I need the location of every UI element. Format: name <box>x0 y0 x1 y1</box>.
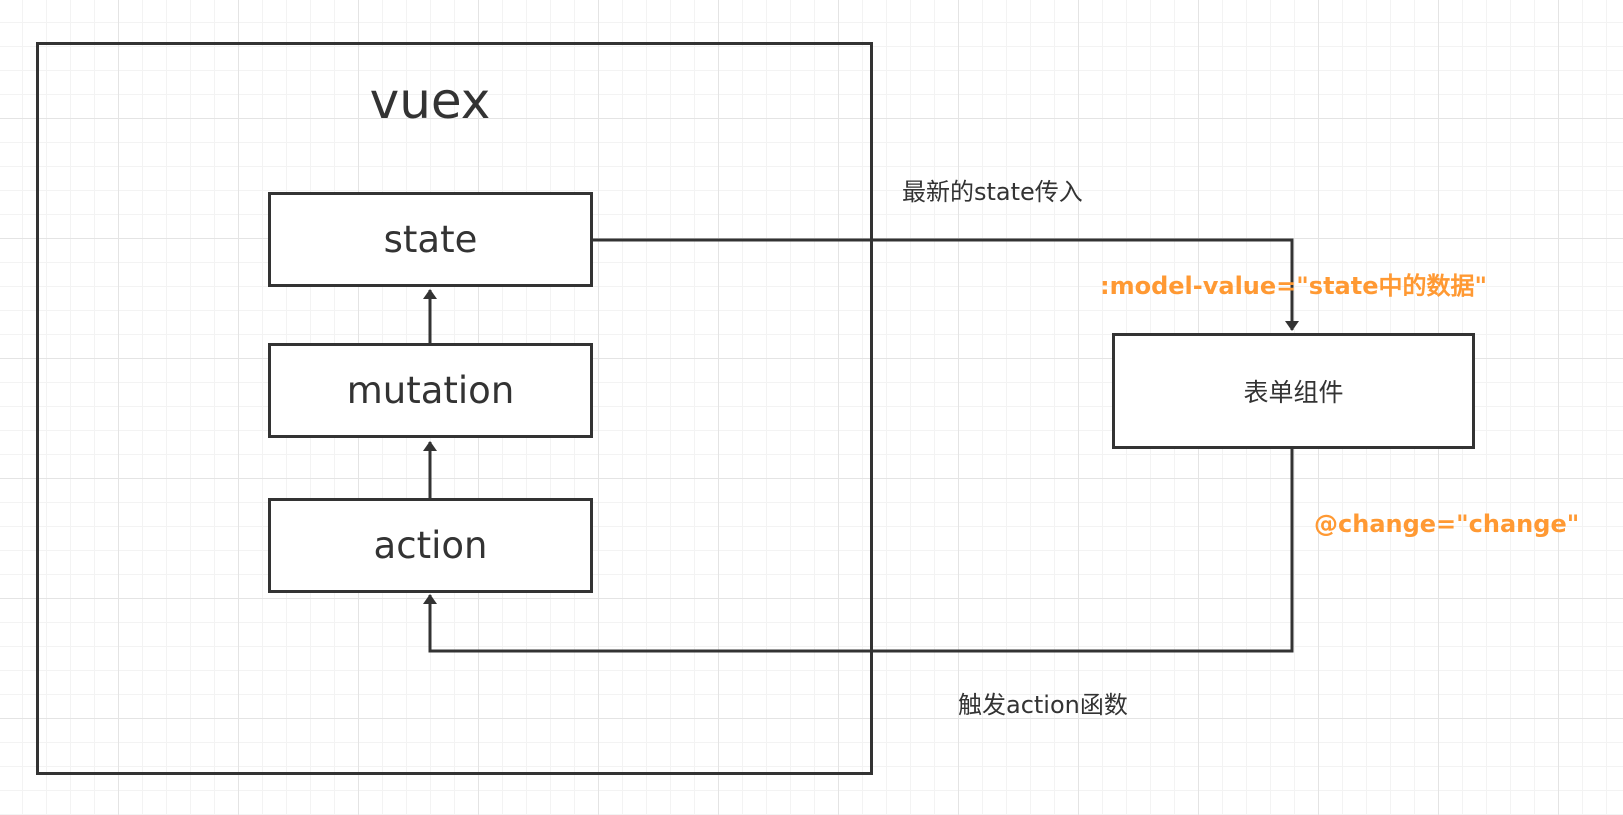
vuex-title: vuex <box>369 72 491 130</box>
mutation-node: mutation <box>268 343 593 438</box>
edge-label-state-to-form: 最新的state传入 <box>902 178 1083 206</box>
state-node-label: state <box>383 218 478 261</box>
edge-label-form-to-action: 触发action函数 <box>958 691 1128 719</box>
action-node: action <box>268 498 593 593</box>
model-value-binding: :model-value="state中的数据" <box>1100 272 1487 300</box>
action-node-label: action <box>373 524 488 567</box>
mutation-node-label: mutation <box>346 369 515 412</box>
form-component-label: 表单组件 <box>1243 378 1344 407</box>
change-binding: @change="change" <box>1314 510 1580 538</box>
state-node: state <box>268 192 593 287</box>
form-component-node: 表单组件 <box>1112 333 1475 449</box>
